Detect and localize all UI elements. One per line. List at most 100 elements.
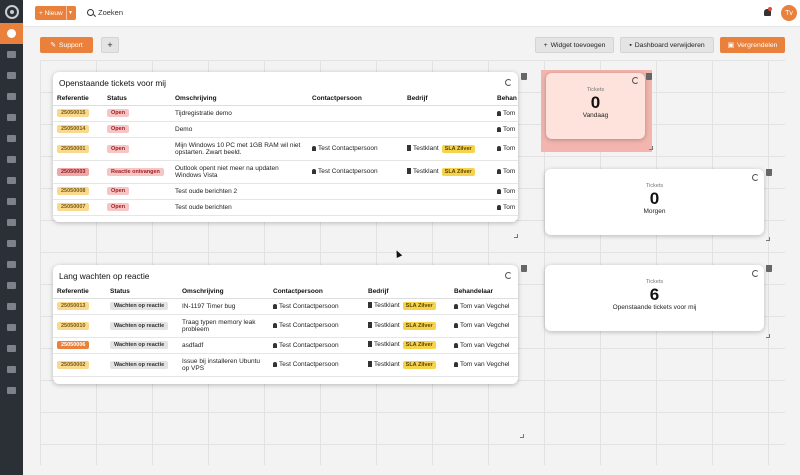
handler-name[interactable]: Tom van Vegchel	[454, 342, 510, 349]
ticket-reference[interactable]: 25050007	[57, 203, 90, 211]
trash-icon[interactable]	[646, 73, 652, 80]
sidebar-item-contacts[interactable]	[0, 149, 23, 170]
handler-name[interactable]: Tom van Vegchel	[454, 303, 510, 310]
support-button[interactable]: ✎ Support	[40, 37, 93, 53]
contact-person[interactable]: Test Contactpersoon	[273, 322, 339, 329]
search-button[interactable]: Zoeken	[87, 8, 123, 17]
column-header[interactable]: Contactpersoon	[269, 285, 364, 299]
column-header[interactable]: Behandelaar	[450, 285, 518, 299]
lock-button[interactable]: ▣ Vergrendelen	[720, 37, 785, 53]
table-row[interactable]: 25050015 Open Tijdregistratie demo Tom	[53, 105, 518, 122]
trash-icon[interactable]	[766, 169, 772, 176]
sidebar-item-tags[interactable]	[0, 212, 23, 233]
refresh-icon[interactable]	[752, 174, 759, 181]
sidebar-item-companies[interactable]	[0, 170, 23, 191]
column-header[interactable]: Bedrijf	[403, 92, 493, 106]
table-row[interactable]: 25050003 Reactie ontvangen Outlook opent n…	[53, 160, 518, 184]
company-name[interactable]: Testklant	[368, 341, 400, 348]
column-header[interactable]: Referentie	[53, 285, 106, 299]
table-row[interactable]: 25050010 Wachten op reactie Traag typen me…	[53, 314, 518, 338]
ticket-reference[interactable]: 25050006	[57, 341, 90, 349]
sidebar-item-info[interactable]	[0, 23, 23, 44]
resize-handle[interactable]	[514, 234, 518, 238]
table-row[interactable]: 25050001 Open Mijn Windows 10 PC met 1GB R…	[53, 137, 518, 161]
sidebar-item-cloud[interactable]	[0, 317, 23, 338]
notification-dot	[768, 7, 772, 11]
column-header[interactable]: Omschrijving	[171, 92, 308, 106]
contact-person[interactable]: Test Contactpersoon	[273, 342, 339, 349]
sidebar-item-tasks[interactable]	[0, 128, 23, 149]
sidebar-item-documents[interactable]	[0, 233, 23, 254]
company-name[interactable]: Testklant	[368, 361, 400, 368]
company-name[interactable]: Testklant	[407, 168, 439, 175]
table-row[interactable]: 25050008 Open Test oude berichten 2 Tom	[53, 183, 518, 200]
remove-dashboard-button[interactable]: ▪ Dashboard verwijderen	[620, 37, 714, 53]
sidebar-item-reports[interactable]	[0, 254, 23, 275]
resize-handle[interactable]	[520, 434, 524, 438]
trash-icon[interactable]	[521, 73, 527, 80]
add-dashboard-button[interactable]: +	[101, 37, 119, 53]
handler-name[interactable]: Tom	[497, 188, 515, 195]
contact-person[interactable]: Test Contactpersoon	[312, 168, 378, 175]
refresh-icon[interactable]	[752, 270, 759, 277]
company-name[interactable]: Testklant	[368, 322, 400, 329]
chevron-down-icon[interactable]: ▼	[66, 6, 74, 20]
ticket-description: IN-1197 Timer bug	[178, 298, 269, 315]
resize-handle[interactable]	[766, 334, 770, 338]
sidebar-item-invoices[interactable]	[0, 359, 23, 380]
ticket-reference[interactable]: 25050013	[57, 302, 90, 310]
sidebar-item-messages[interactable]	[0, 44, 23, 65]
handler-name[interactable]: Tom	[497, 126, 515, 133]
column-header[interactable]: Contactpersoon	[308, 92, 403, 106]
contact-person[interactable]: Test Contactpersoon	[273, 361, 339, 368]
refresh-icon[interactable]	[505, 79, 512, 86]
contact-person[interactable]: Test Contactpersoon	[273, 303, 339, 310]
refresh-icon[interactable]	[505, 272, 512, 279]
handler-name[interactable]: Tom	[497, 110, 515, 117]
trash-icon[interactable]	[521, 265, 527, 272]
sidebar-item-calendar[interactable]	[0, 107, 23, 128]
sidebar-item-time[interactable]	[0, 275, 23, 296]
column-header[interactable]: Status	[103, 92, 171, 106]
column-header[interactable]: Status	[106, 285, 178, 299]
resize-handle[interactable]	[649, 146, 653, 150]
table-row[interactable]: 25050007 Open Test oude berichten Tom	[53, 199, 518, 216]
column-header[interactable]: Bedrijf	[364, 285, 450, 299]
ticket-reference[interactable]: 25050002	[57, 360, 90, 369]
ticket-reference[interactable]: 25050015	[57, 109, 90, 117]
resize-handle[interactable]	[766, 237, 770, 241]
widget-tickets-today[interactable]: Tickets 0 Vandaag	[546, 73, 645, 139]
handler-name[interactable]: Tom	[497, 168, 515, 175]
handler-name[interactable]: Tom	[497, 204, 515, 211]
ticket-reference[interactable]: 25050001	[57, 144, 90, 153]
refresh-icon[interactable]	[632, 77, 639, 84]
column-header[interactable]: Behan	[493, 92, 518, 106]
handler-name[interactable]: Tom	[497, 145, 515, 152]
table-row[interactable]: 25050014 Open Demo Tom	[53, 121, 518, 138]
company-name[interactable]: Testklant	[407, 145, 439, 152]
handler-name[interactable]: Tom van Vegchel	[454, 322, 510, 329]
add-widget-button[interactable]: + Widget toevoegen	[535, 37, 614, 53]
sidebar-item-finance[interactable]	[0, 338, 23, 359]
ticket-reference[interactable]: 25050008	[57, 187, 90, 195]
company-name[interactable]: Testklant	[368, 302, 400, 309]
table-row[interactable]: 25050002 Wachten op reactie Issue bij inst…	[53, 353, 518, 377]
contact-person[interactable]: Test Contactpersoon	[312, 145, 378, 152]
trash-icon[interactable]	[766, 265, 772, 272]
sidebar-item-inbox[interactable]	[0, 65, 23, 86]
ticket-reference[interactable]: 25050003	[57, 167, 90, 176]
sidebar-item-users[interactable]	[0, 380, 23, 401]
handler-name[interactable]: Tom van Vegchel	[454, 361, 510, 368]
avatar[interactable]: Tv	[781, 5, 797, 21]
ticket-reference[interactable]: 25050014	[57, 125, 90, 133]
sidebar-item-list[interactable]	[0, 86, 23, 107]
column-header[interactable]: Referentie	[53, 92, 103, 106]
table-row[interactable]: 25050013 Wachten op reactie IN-1197 Timer …	[53, 298, 518, 315]
column-header[interactable]: Omschrijving	[178, 285, 269, 299]
table-row[interactable]: 25050006 Wachten op reactie asdfadf Test Co…	[53, 337, 518, 354]
ticket-reference[interactable]: 25050010	[57, 321, 90, 330]
sidebar-item-sync[interactable]	[0, 296, 23, 317]
sidebar-item-groups[interactable]	[0, 191, 23, 212]
new-button[interactable]: + Nieuw ▼	[35, 6, 76, 20]
logo-icon[interactable]	[0, 0, 23, 23]
